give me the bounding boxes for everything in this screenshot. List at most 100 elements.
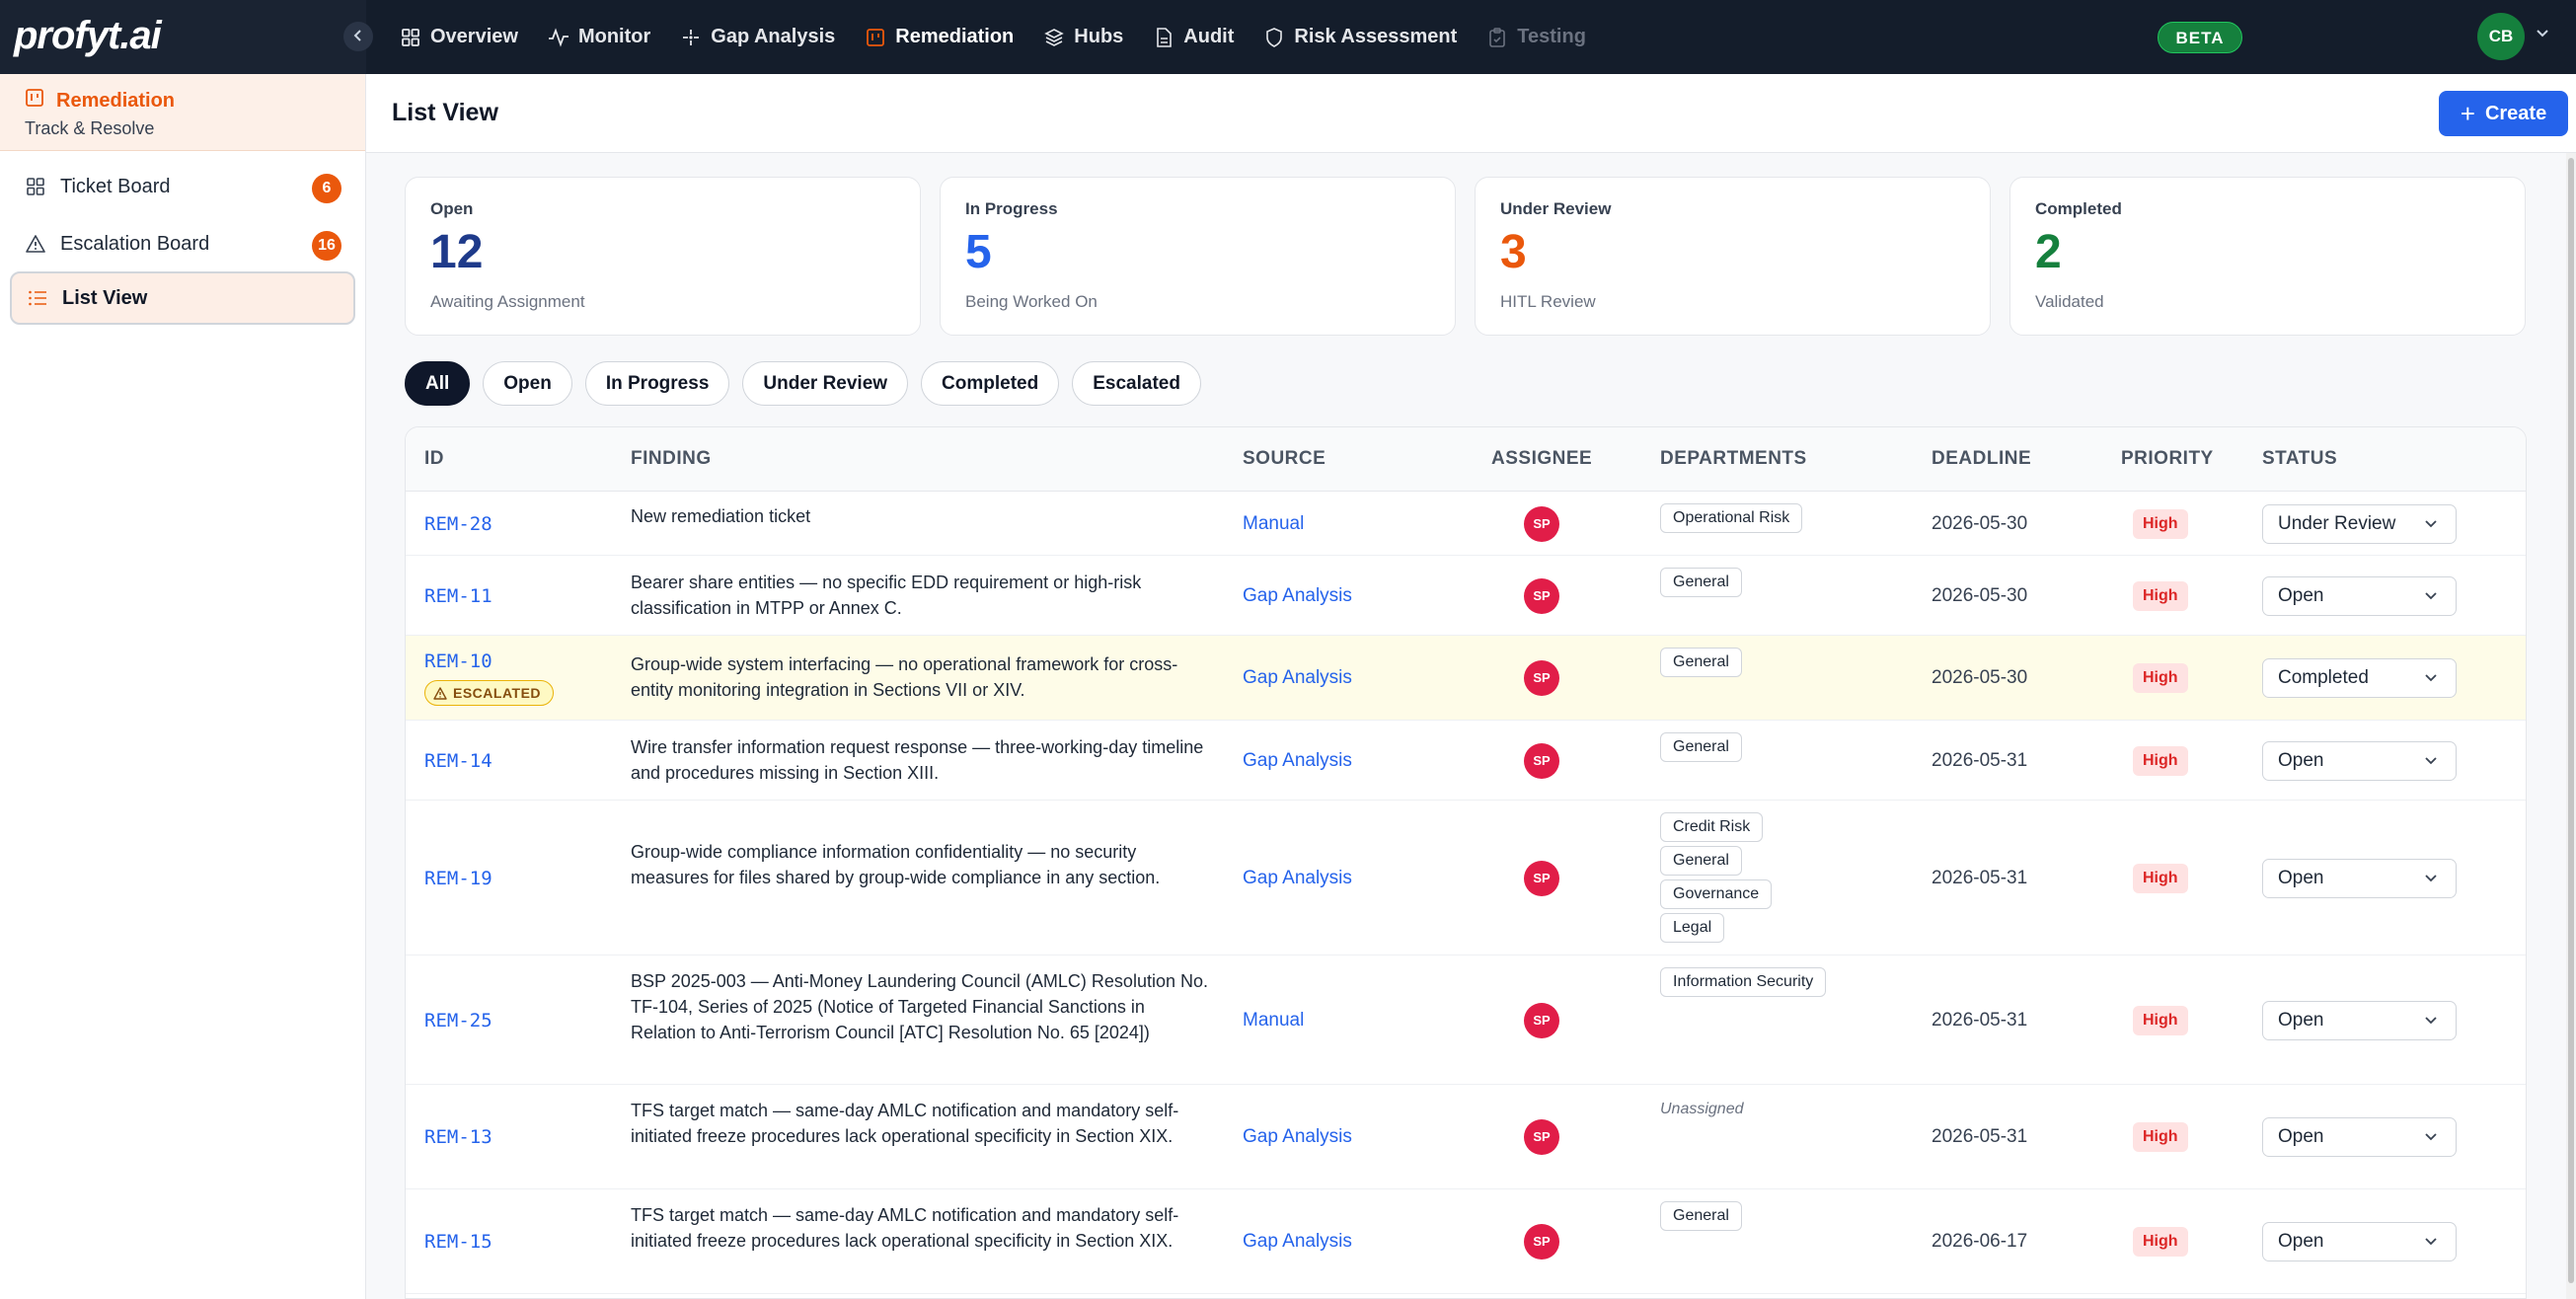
source-link[interactable]: Gap Analysis: [1243, 1126, 1352, 1148]
source-link[interactable]: Gap Analysis: [1243, 750, 1352, 772]
sidebar-item-list-view[interactable]: List View: [10, 271, 355, 325]
table-row[interactable]: REM-25 BSP 2025-003 — Anti-Money Launderi…: [406, 955, 2526, 1085]
nav-label: Hubs: [1074, 26, 1124, 47]
priority-badge: High: [2133, 580, 2188, 611]
stat-card-open: Open 12 Awaiting Assignment: [405, 177, 921, 336]
table-row[interactable]: REM-19 Group-wide compliance information …: [406, 801, 2526, 955]
ticket-id-link[interactable]: REM-28: [424, 513, 492, 535]
table-row[interactable]: REM-14 Wire transfer information request …: [406, 721, 2526, 801]
department-tag: Operational Risk: [1660, 503, 1803, 533]
tickets-table: ID FINDING SOURCE ASSIGNEE DEPARTMENTS D…: [405, 426, 2527, 1299]
col-status: STATUS: [2262, 448, 2338, 469]
count-badge: 6: [312, 174, 341, 203]
table-row[interactable]: REM-28 New remediation ticket Manual SP Oper…: [406, 492, 2526, 556]
assignee-avatar[interactable]: SP: [1524, 860, 1559, 896]
source-link[interactable]: Gap Analysis: [1243, 667, 1352, 689]
logo[interactable]: profyt.ai: [14, 14, 162, 58]
clipboard-icon: [1486, 27, 1508, 48]
nav-testing[interactable]: Testing: [1486, 0, 1586, 74]
finding-text: TFS target match — same-day AMLC notific…: [631, 1205, 1179, 1251]
status-dropdown[interactable]: Open: [2262, 1117, 2457, 1157]
filter-completed[interactable]: Completed: [921, 361, 1060, 406]
assignee-avatar[interactable]: SP: [1524, 742, 1559, 779]
ticket-id-link[interactable]: REM-10: [424, 650, 492, 672]
col-departments: DEPARTMENTS: [1660, 448, 1807, 469]
layers-icon: [1043, 27, 1065, 48]
nav-label: Testing: [1517, 26, 1586, 47]
sidebar-item-ticket-board[interactable]: Ticket Board 6: [10, 160, 355, 213]
status-value: Open: [2278, 867, 2324, 888]
assignee-avatar[interactable]: SP: [1524, 505, 1559, 542]
status-dropdown[interactable]: Completed: [2262, 658, 2457, 698]
nav-overview[interactable]: Overview: [400, 0, 518, 74]
col-source: SOURCE: [1243, 448, 1326, 469]
nav-label: Overview: [430, 26, 518, 47]
filter-all[interactable]: All: [405, 361, 471, 406]
departments-cell: Operational Risk: [1660, 503, 1803, 537]
status-dropdown[interactable]: Open: [2262, 575, 2457, 616]
deadline-text: 2026-06-17: [1932, 1231, 2028, 1252]
assignee-avatar[interactable]: SP: [1524, 1002, 1559, 1038]
status-dropdown[interactable]: Open: [2262, 858, 2457, 898]
table-row[interactable]: REM-10 ESCALATED Group-wide system interfa…: [406, 636, 2526, 721]
ticket-id-link[interactable]: REM-14: [424, 750, 492, 772]
user-avatar[interactable]: CB: [2477, 13, 2525, 60]
warning-icon: [433, 686, 447, 700]
assignee-avatar[interactable]: SP: [1524, 1224, 1559, 1260]
ticket-id-link[interactable]: REM-11: [424, 585, 492, 607]
ticket-id-link[interactable]: REM-19: [424, 868, 492, 889]
col-deadline: DEADLINE: [1932, 448, 2032, 469]
nav-risk-assessment[interactable]: Risk Assessment: [1263, 0, 1457, 74]
nav-label: Audit: [1183, 26, 1235, 47]
nav-audit[interactable]: Audit: [1153, 0, 1234, 74]
filter-under-review[interactable]: Under Review: [742, 361, 909, 406]
table-row[interactable]: REM-15 TFS target match — same-day AMLC n…: [406, 1189, 2526, 1294]
filter-open[interactable]: Open: [483, 361, 572, 406]
status-dropdown[interactable]: Open: [2262, 740, 2457, 781]
finding-text: New remediation ticket: [631, 506, 811, 526]
filter-in-progress[interactable]: In Progress: [584, 361, 730, 406]
sidebar-item-escalation-board[interactable]: Escalation Board 16: [10, 217, 355, 270]
source-link[interactable]: Gap Analysis: [1243, 868, 1352, 889]
status-dropdown[interactable]: Open: [2262, 1000, 2457, 1040]
assignee-avatar[interactable]: SP: [1524, 660, 1559, 696]
table-row[interactable]: REM-11 Bearer share entities — no specifi…: [406, 556, 2526, 636]
finding-text: Group-wide compliance information confid…: [631, 841, 1161, 887]
departments-cell: Unassigned: [1660, 1097, 1744, 1118]
table-row[interactable]: REM-13 TFS target match — same-day AMLC n…: [406, 1085, 2526, 1189]
status-dropdown[interactable]: Under Review: [2262, 503, 2457, 544]
deadline-text: 2026-05-31: [1932, 749, 2028, 771]
department-tag: General: [1660, 732, 1742, 762]
priority-badge: High: [2133, 663, 2188, 693]
collapse-sidebar-button[interactable]: [343, 22, 373, 51]
kanban-icon: [865, 27, 886, 48]
source-link[interactable]: Manual: [1243, 1010, 1304, 1032]
nav-monitor[interactable]: Monitor: [548, 0, 650, 74]
source-link[interactable]: Manual: [1243, 513, 1304, 535]
nav-remediation[interactable]: Remediation: [865, 0, 1014, 74]
create-button[interactable]: + Create: [2439, 91, 2568, 136]
department-tag: General: [1660, 1201, 1742, 1231]
source-link[interactable]: Gap Analysis: [1243, 585, 1352, 607]
nav-hubs[interactable]: Hubs: [1043, 0, 1123, 74]
assignee-avatar[interactable]: SP: [1524, 577, 1559, 614]
create-label: Create: [2484, 102, 2547, 124]
status-dropdown[interactable]: Open: [2262, 1222, 2457, 1261]
top-navbar: profyt.ai Overview Monitor Gap Analysis …: [0, 0, 2576, 74]
chevron-down-icon: [2425, 591, 2437, 599]
filter-escalated[interactable]: Escalated: [1072, 361, 1201, 406]
scrollbar-thumb[interactable]: [2568, 158, 2574, 1283]
status-value: Open: [2278, 584, 2324, 606]
main-nav: Overview Monitor Gap Analysis Remediatio…: [400, 0, 1616, 74]
ticket-id-link[interactable]: REM-25: [424, 1010, 492, 1032]
finding-text: Group-wide system interfacing — no opera…: [631, 654, 1178, 700]
deadline-text: 2026-05-30: [1932, 584, 2028, 606]
sparkle-icon: [680, 27, 702, 48]
assignee-avatar[interactable]: SP: [1524, 1119, 1559, 1155]
source-link[interactable]: Gap Analysis: [1243, 1231, 1352, 1253]
nav-gap-analysis[interactable]: Gap Analysis: [680, 0, 835, 74]
ticket-id-link[interactable]: REM-15: [424, 1231, 492, 1253]
departments-cell: General: [1660, 568, 1742, 601]
chevron-down-icon[interactable]: [2535, 25, 2550, 45]
ticket-id-link[interactable]: REM-13: [424, 1126, 492, 1148]
